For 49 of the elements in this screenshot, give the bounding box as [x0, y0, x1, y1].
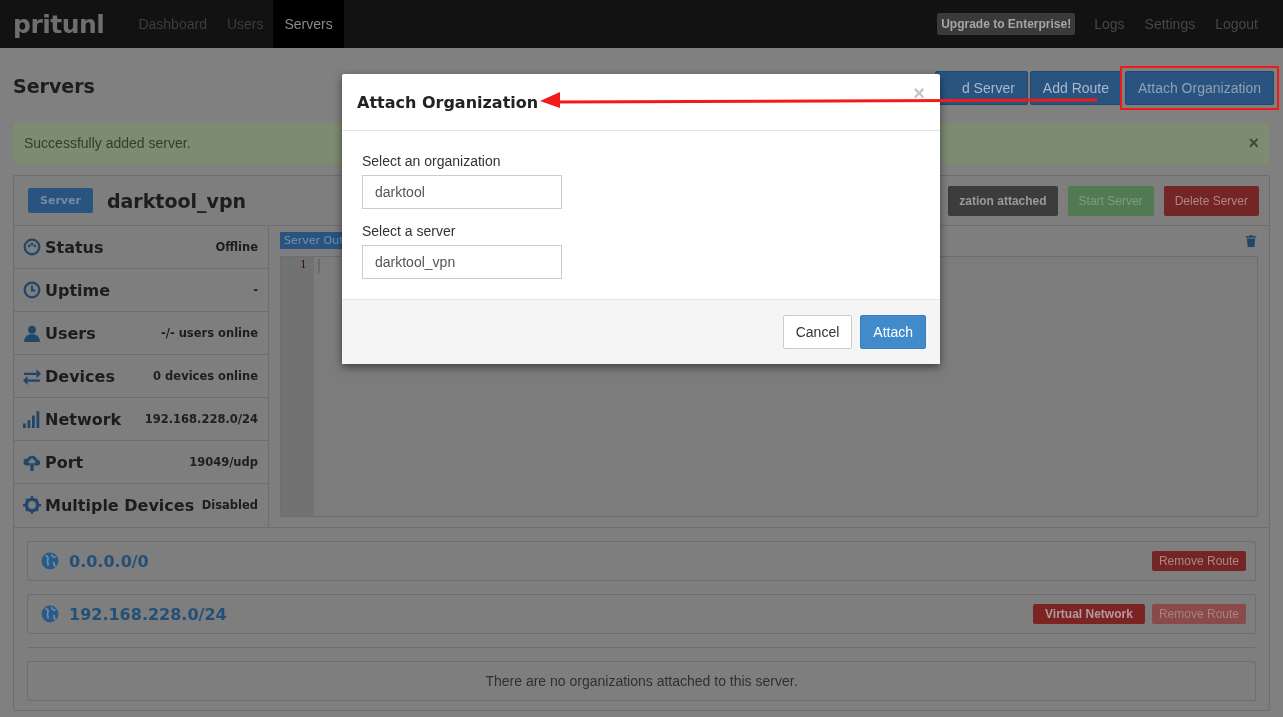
- info-label: Multiple Devices: [45, 495, 195, 515]
- attach-button[interactable]: Attach: [860, 315, 926, 349]
- nav-link[interactable]: Servers: [273, 0, 344, 48]
- close-icon[interactable]: ×: [913, 81, 925, 105]
- trash-icon[interactable]: [1245, 234, 1257, 248]
- info-label: Users: [45, 323, 96, 343]
- route-network[interactable]: 192.168.228.0/24: [69, 604, 227, 624]
- cloud-upload-icon: [23, 453, 41, 471]
- info-value: 192.168.228.0/24: [144, 412, 258, 426]
- info-label: Port: [45, 452, 84, 472]
- info-value: -/- users online: [160, 326, 258, 340]
- field-label: Select an organization: [362, 153, 502, 169]
- field-label: Select a server: [362, 223, 457, 239]
- info-label: Uptime: [45, 280, 111, 300]
- globe-icon: [41, 605, 59, 623]
- globe-icon: [41, 552, 59, 570]
- close-icon[interactable]: ×: [1248, 132, 1259, 154]
- route-network[interactable]: 0.0.0.0/0: [69, 551, 149, 571]
- upgrade-button[interactable]: Upgrade to Enterprise!: [937, 13, 1076, 35]
- info-label: Devices: [45, 366, 115, 386]
- info-value: Disabled: [201, 498, 258, 512]
- header-button[interactable]: Attach Organization: [1125, 71, 1274, 105]
- server-label: Server: [28, 188, 93, 213]
- gauge-icon: [23, 238, 41, 256]
- clock-icon: [23, 281, 41, 299]
- user-icon: [23, 324, 41, 342]
- remove-route-button[interactable]: Remove Route: [1151, 551, 1246, 571]
- gear-icon: [23, 496, 41, 514]
- page-title: Servers: [13, 74, 95, 97]
- logo[interactable]: pritunl: [0, 9, 129, 39]
- info-value: -: [253, 283, 258, 297]
- modal-title: Attach Organization: [357, 92, 539, 112]
- virtual-network-button[interactable]: Virtual Network: [1032, 604, 1145, 624]
- empty-message: There are no organizations attached to this server.: [27, 661, 1256, 701]
- server-button[interactable]: Delete Server: [1163, 185, 1259, 216]
- line-number: 1: [299, 258, 308, 271]
- select-field[interactable]: darktool_vpn: [362, 245, 562, 279]
- info-label: Status: [45, 237, 104, 257]
- cancel-button[interactable]: Cancel: [782, 315, 853, 349]
- info-value: 19049/udp: [189, 455, 258, 469]
- exchange-icon: [23, 367, 41, 385]
- server-name: darktool_vpn: [106, 189, 247, 212]
- info-value: Offline: [215, 240, 258, 254]
- info-label: Network: [45, 409, 122, 429]
- server-button[interactable]: zation attached: [948, 185, 1058, 216]
- select-field[interactable]: darktool: [362, 175, 562, 209]
- signal-icon: [23, 410, 41, 428]
- alert-message: Successfully added server.: [24, 135, 191, 151]
- info-value: 0 devices online: [153, 369, 258, 383]
